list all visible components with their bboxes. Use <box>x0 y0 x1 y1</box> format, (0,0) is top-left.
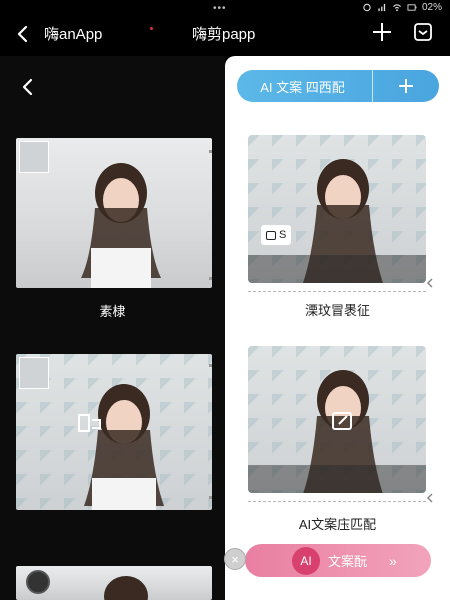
ai-match-label: AI 文案 四西配 <box>260 79 345 95</box>
divider <box>248 501 426 502</box>
right-panel: AI 文案 四西配 S 溧玟冒褁征 AI文案庒匹配 AI 文案酛 » <box>225 56 450 600</box>
app-name: 嗨anApp <box>44 26 103 43</box>
left-panel: 素棣 <box>0 56 225 600</box>
photo-card[interactable] <box>16 354 212 510</box>
size-badge[interactable]: S <box>261 225 292 245</box>
app-header: 嗨anApp 嗨剪papp <box>0 18 450 56</box>
photo-card[interactable] <box>16 138 212 288</box>
double-chevron-right-icon: » <box>389 552 397 569</box>
inbox-icon[interactable] <box>412 21 434 43</box>
card-caption: AI文案庒匹配 <box>298 517 377 532</box>
divider <box>248 291 426 292</box>
card-shade <box>248 465 426 493</box>
back-icon[interactable] <box>14 24 34 44</box>
plus-icon <box>399 79 413 93</box>
photo-card[interactable] <box>16 566 212 600</box>
ai-copywriting-button[interactable]: AI 文案酛 » <box>245 544 431 577</box>
side-marker <box>209 150 212 153</box>
portrait-figure <box>81 163 161 288</box>
wifi-icon <box>393 4 401 12</box>
side-marker <box>209 364 212 367</box>
result-card[interactable] <box>248 346 426 493</box>
status-indicators: 02% <box>362 2 442 13</box>
ai-badge: AI <box>292 546 320 575</box>
edit-icon[interactable] <box>330 410 358 434</box>
back-icon[interactable] <box>18 76 38 98</box>
ai-match-button[interactable]: AI 文案 四西配 <box>237 70 439 102</box>
alarm-icon <box>363 3 371 12</box>
status-bar: ••• 02% <box>0 0 450 18</box>
page-title: 嗨剪papp <box>192 26 256 43</box>
battery-icon <box>407 4 417 11</box>
card-shade <box>248 255 426 283</box>
badge-label: S <box>279 229 287 241</box>
thumbnail[interactable] <box>19 141 49 173</box>
ai-copywriting-label: 文案酛 <box>328 554 368 569</box>
portrait-figure <box>84 384 164 510</box>
side-marker <box>209 496 212 499</box>
portrait-figure <box>104 576 148 600</box>
notification-dot <box>150 27 153 30</box>
signal-icon <box>378 3 386 12</box>
square-icon <box>266 230 276 240</box>
chevron-left-icon[interactable] <box>425 278 435 288</box>
close-icon[interactable]: × <box>224 548 246 570</box>
plus-icon[interactable] <box>371 21 393 43</box>
add-button[interactable] <box>373 70 439 102</box>
battery-percent: 02% <box>421 2 442 13</box>
side-marker <box>209 277 212 280</box>
thumbnail[interactable] <box>19 357 49 389</box>
settings-icon[interactable] <box>26 570 50 594</box>
chevron-left-icon[interactable] <box>425 493 435 503</box>
card-caption: 素棣 <box>99 304 126 319</box>
crop-icon[interactable] <box>76 412 104 436</box>
card-caption: 溧玟冒褁征 <box>304 303 370 318</box>
status-dots: ••• <box>213 3 227 14</box>
result-card[interactable]: S <box>248 135 426 283</box>
